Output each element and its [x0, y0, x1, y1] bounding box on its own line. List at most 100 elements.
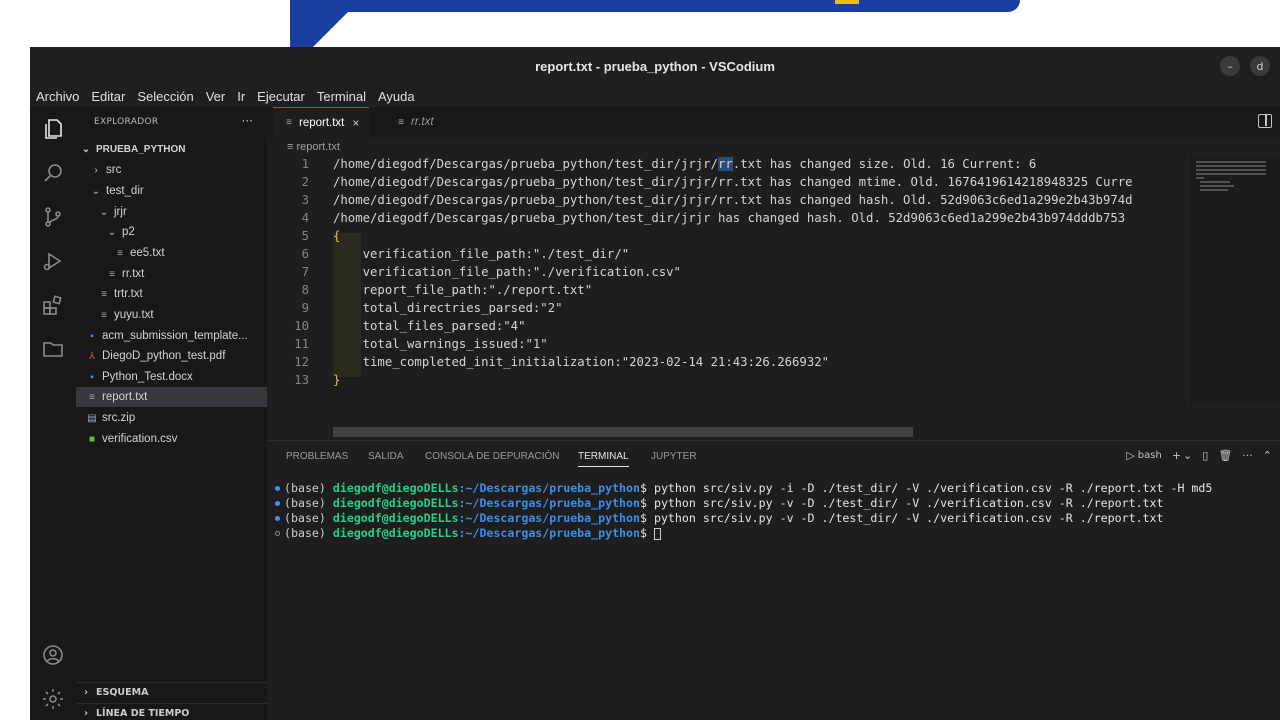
- tab-salida[interactable]: SALIDA: [368, 451, 404, 462]
- tab-rr-txt[interactable]: ≡ rr.txt: [385, 107, 444, 137]
- tree-item-jrjr[interactable]: ⌄ jrjr: [76, 202, 267, 222]
- menu-archivo[interactable]: Archivo: [36, 89, 79, 104]
- code-line: 10 total_files_parsed:"4": [267, 317, 1187, 335]
- explorer-more-icon[interactable]: ···: [242, 114, 253, 128]
- tree-item-p2[interactable]: ⌄ p2: [76, 222, 267, 242]
- code-line: 8 report_file_path:"./report.txt": [267, 281, 1187, 299]
- code-editor[interactable]: 1/home/diegodf/Descargas/prueba_python/t…: [267, 155, 1187, 405]
- tree-root-prueba-python[interactable]: ⌄ PRUEBA_PYTHON: [76, 139, 267, 159]
- tree-item-yuyu-txt[interactable]: ≡ yuyu.txt: [76, 305, 267, 325]
- files-icon[interactable]: [41, 117, 65, 141]
- extensions-icon[interactable]: [41, 293, 65, 317]
- tree-item-label: verification.csv: [102, 433, 178, 445]
- tree-item-ee5-txt[interactable]: ≡ ee5.txt: [76, 243, 267, 263]
- tree-item-src[interactable]: › src: [76, 160, 267, 180]
- menu-ayuda[interactable]: Ayuda: [378, 89, 415, 104]
- trash-icon[interactable]: 🗑: [1218, 449, 1232, 462]
- tree-item-python-test-docx[interactable]: ▪ Python_Test.docx: [76, 367, 267, 387]
- tab-consola-depuracion[interactable]: CONSOLA DE DEPURACIÓN: [425, 451, 559, 462]
- command-status-icon[interactable]: [275, 531, 280, 536]
- command-status-icon[interactable]: [275, 516, 280, 521]
- maximize-panel-icon[interactable]: ⌃: [1263, 449, 1272, 462]
- code-line: 13}: [267, 371, 1187, 389]
- tab-terminal[interactable]: TERMINAL: [578, 451, 629, 467]
- terminal-user: diegodf@diegoDELLs: [332, 526, 459, 540]
- shell-name[interactable]: bash: [1138, 450, 1162, 461]
- tree-item-src-zip[interactable]: ▤ src.zip: [76, 408, 267, 428]
- menu-ejecutar[interactable]: Ejecutar: [257, 89, 305, 104]
- run-debug-icon[interactable]: [41, 249, 65, 273]
- command-status-icon[interactable]: [275, 486, 280, 491]
- menu-ir[interactable]: Ir: [237, 89, 245, 104]
- line-number: 6: [301, 247, 309, 261]
- minimap[interactable]: [1187, 155, 1280, 405]
- minimize-button[interactable]: –: [1220, 56, 1240, 76]
- terminal-env: (base): [284, 526, 333, 540]
- new-terminal-icon[interactable]: +: [1172, 449, 1181, 462]
- terminal-path: :~/Descargas/prueba_python: [458, 511, 640, 525]
- line-number: 11: [294, 337, 309, 351]
- tree-item-acm-template[interactable]: ▪ acm_submission_template...: [76, 326, 267, 346]
- line-number: 9: [301, 301, 309, 315]
- line-text: verification_file_path:"./verification.c…: [333, 263, 681, 281]
- tree-item-test-dir[interactable]: ⌄ test_dir: [76, 181, 267, 201]
- menu-bar: Archivo Editar Selección Ver Ir Ejecutar…: [30, 85, 1280, 107]
- tree-item-rr-txt[interactable]: ≡ rr.txt: [76, 264, 267, 284]
- terminal-icon: ▷: [1126, 449, 1135, 462]
- tree-item-report-txt[interactable]: ≡ report.txt: [76, 387, 267, 407]
- more-actions-icon[interactable]: ···: [1242, 449, 1253, 462]
- code-line: 5{: [267, 227, 1187, 245]
- source-control-icon[interactable]: [41, 205, 65, 229]
- command-status-icon[interactable]: [275, 501, 280, 506]
- chevron-down-icon: ⌄: [91, 185, 101, 197]
- folder-icon[interactable]: [41, 337, 65, 361]
- tree-item-verification-csv[interactable]: ■ verification.csv: [76, 429, 267, 449]
- terminal-cursor: [653, 528, 661, 540]
- section-label: LÍNEA DE TIEMPO: [96, 708, 190, 719]
- minimap-line: [1196, 177, 1204, 179]
- terminal-path: :~/Descargas/prueba_python: [458, 481, 640, 495]
- chevron-down-icon[interactable]: ⌄: [1183, 449, 1192, 462]
- menu-ver[interactable]: Ver: [206, 89, 226, 104]
- split-editor-icon[interactable]: [1258, 114, 1272, 128]
- horizontal-scrollbar[interactable]: [333, 427, 913, 437]
- terminal-line: (base) diegodf@diegoDELLs:~/Descargas/pr…: [273, 496, 1280, 511]
- close-icon[interactable]: ×: [352, 116, 359, 130]
- tree-item-trtr-txt[interactable]: ≡ trtr.txt: [76, 284, 267, 304]
- csv-file-icon: ■: [88, 433, 96, 445]
- terminal-path: :~/Descargas/prueba_python: [458, 496, 640, 510]
- editor-area: ≡ report.txt × ≡ rr.txt ≡ report.txt 1/h…: [267, 107, 1280, 440]
- tree-item-diegod-pdf[interactable]: ⅄ DiegoD_python_test.pdf: [76, 346, 267, 366]
- tab-jupyter[interactable]: JUPYTER: [651, 451, 697, 462]
- text-file-icon: ≡: [101, 288, 107, 300]
- chevron-right-icon: ›: [83, 708, 89, 719]
- split-terminal-icon[interactable]: ▯: [1202, 449, 1208, 462]
- minimap-line: [1200, 181, 1230, 183]
- line-number: 10: [294, 319, 309, 333]
- text-file-icon: ≡: [398, 116, 404, 128]
- tab-report-txt[interactable]: ≡ report.txt ×: [273, 107, 370, 137]
- zip-file-icon: ▤: [87, 412, 97, 424]
- terminal-env: (base): [284, 481, 333, 495]
- menu-seleccion[interactable]: Selección: [137, 89, 193, 104]
- account-icon[interactable]: [41, 643, 65, 667]
- terminal-command: $ python src/siv.py -v -D ./test_dir/ -V…: [640, 511, 1164, 525]
- search-icon[interactable]: [41, 161, 65, 185]
- section-esquema[interactable]: › ESQUEMA: [76, 682, 267, 702]
- line-number: 1: [301, 157, 309, 171]
- section-linea-de-tiempo[interactable]: › LÍNEA DE TIEMPO: [76, 703, 267, 720]
- close-window-button[interactable]: d: [1250, 56, 1270, 76]
- terminal-line: (base) diegodf@diegoDELLs:~/Descargas/pr…: [273, 481, 1280, 496]
- tab-problemas[interactable]: PROBLEMAS: [286, 451, 348, 462]
- code-line: 3/home/diegodf/Descargas/prueba_python/t…: [267, 191, 1187, 209]
- editor-tabs: ≡ report.txt × ≡ rr.txt: [267, 107, 1280, 137]
- settings-gear-icon[interactable]: [41, 687, 65, 711]
- line-text: total_files_parsed:"4": [333, 317, 526, 335]
- breadcrumb[interactable]: ≡ report.txt: [287, 141, 340, 153]
- menu-terminal[interactable]: Terminal: [317, 89, 366, 104]
- text-file-icon: ≡: [117, 247, 123, 259]
- line-text: /home/diegodf/Descargas/prueba_python/te…: [333, 209, 1125, 227]
- menu-editar[interactable]: Editar: [91, 89, 125, 104]
- terminal-output[interactable]: (base) diegodf@diegoDELLs:~/Descargas/pr…: [273, 481, 1280, 541]
- terminal-user: diegodf@diegoDELLs: [332, 481, 459, 495]
